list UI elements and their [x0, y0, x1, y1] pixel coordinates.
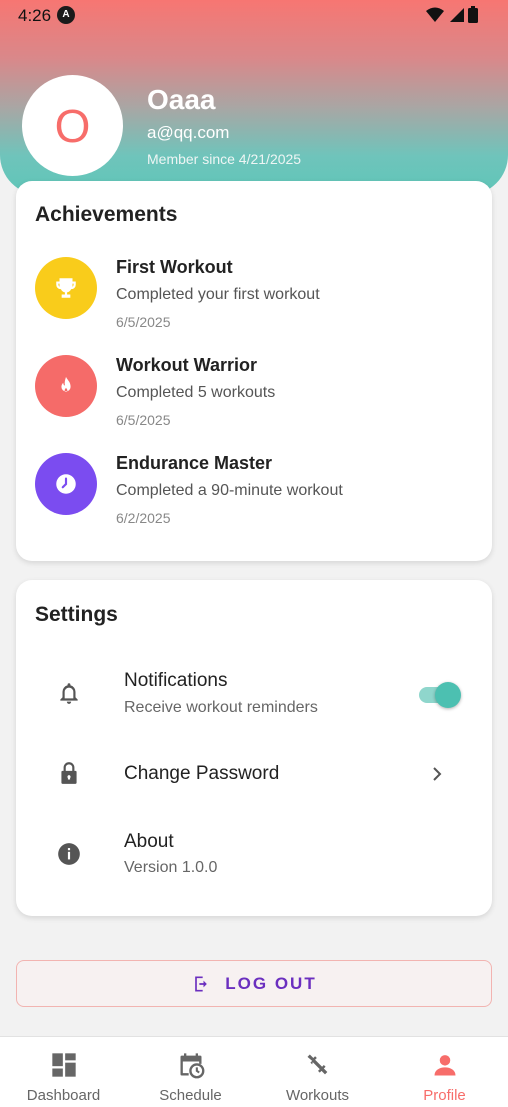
dumbbell-icon	[307, 1054, 327, 1075]
logout-button[interactable]: LOG OUT	[16, 960, 492, 1007]
achievement-date: 6/2/2025	[116, 510, 171, 526]
toggle-knob	[435, 682, 461, 708]
lock-icon	[61, 762, 77, 784]
person-icon	[434, 1055, 455, 1076]
chevron-right-icon	[433, 767, 442, 781]
nav-item-dashboard[interactable]: Dashboard	[0, 1037, 127, 1107]
achievements-title: Achievements	[35, 203, 178, 226]
member-since: Member since 4/21/2025	[147, 151, 302, 167]
achievement-description: Completed your first workout	[116, 286, 320, 303]
dashboard-icon	[51, 1053, 76, 1077]
achievements-card: Achievements First Workout Completed you…	[16, 181, 492, 561]
avatar[interactable]: O	[22, 75, 123, 176]
status-app-icon: A	[57, 6, 75, 24]
notifications-toggle[interactable]	[419, 682, 461, 708]
nav-item-profile[interactable]: Profile	[381, 1037, 508, 1107]
achievement-description: Completed a 90-minute workout	[116, 482, 343, 499]
nav-item-schedule[interactable]: Schedule	[127, 1037, 254, 1107]
battery-icon	[468, 6, 478, 23]
change-password-label: Change Password	[124, 763, 280, 784]
calendar-clock-icon	[180, 1053, 204, 1079]
achievement-title: Endurance Master	[116, 453, 273, 473]
achievement-date: 6/5/2025	[116, 314, 171, 330]
logout-label: LOG OUT	[225, 973, 317, 993]
achievement-description: Completed 5 workouts	[116, 384, 276, 401]
achievement-title: First Workout	[116, 257, 233, 277]
nav-label-dashboard: Dashboard	[26, 1087, 101, 1104]
bell-icon	[60, 683, 78, 704]
achievement-date: 6/5/2025	[116, 412, 171, 428]
setting-about[interactable]: About Version 1.0.0	[16, 822, 492, 892]
nav-label-workouts: Workouts	[285, 1087, 350, 1104]
clock-icon	[35, 453, 97, 515]
about-label: About	[124, 831, 174, 852]
nav-label-schedule: Schedule	[159, 1087, 222, 1104]
nav-item-workouts[interactable]: Workouts	[254, 1037, 381, 1107]
about-version: Version 1.0.0	[124, 859, 218, 876]
logout-icon	[195, 976, 208, 991]
status-time: 4:26	[18, 6, 52, 25]
status-icons	[426, 6, 478, 23]
nav-label-profile: Profile	[423, 1087, 466, 1104]
status-bar: 4:26 A	[0, 0, 508, 32]
trophy-icon	[35, 257, 97, 319]
notifications-label: Notifications	[124, 670, 228, 691]
settings-card: Settings Notifications Receive workout r…	[16, 580, 492, 916]
user-name: Oaaa	[147, 84, 216, 115]
info-icon	[58, 843, 80, 865]
setting-notifications[interactable]: Notifications Receive workout reminders	[16, 658, 492, 728]
notifications-sublabel: Receive workout reminders	[124, 699, 318, 716]
avatar-initial: O	[54, 99, 91, 152]
setting-change-password[interactable]: Change Password	[16, 740, 492, 810]
achievement-item-workout-warrior[interactable]: Workout Warrior Completed 5 workouts 6/5…	[35, 355, 475, 435]
settings-title: Settings	[35, 603, 118, 626]
signal-icon	[450, 7, 464, 22]
user-email: a@qq.com	[147, 123, 230, 142]
achievement-item-endurance-master[interactable]: Endurance Master Completed a 90-minute w…	[35, 453, 475, 533]
bottom-nav: Dashboard Schedule Workouts Profile	[0, 1036, 508, 1107]
achievement-title: Workout Warrior	[116, 355, 258, 375]
flame-icon	[35, 355, 97, 417]
wifi-icon	[426, 7, 444, 22]
achievement-item-first-workout[interactable]: First Workout Completed your first worko…	[35, 257, 475, 337]
